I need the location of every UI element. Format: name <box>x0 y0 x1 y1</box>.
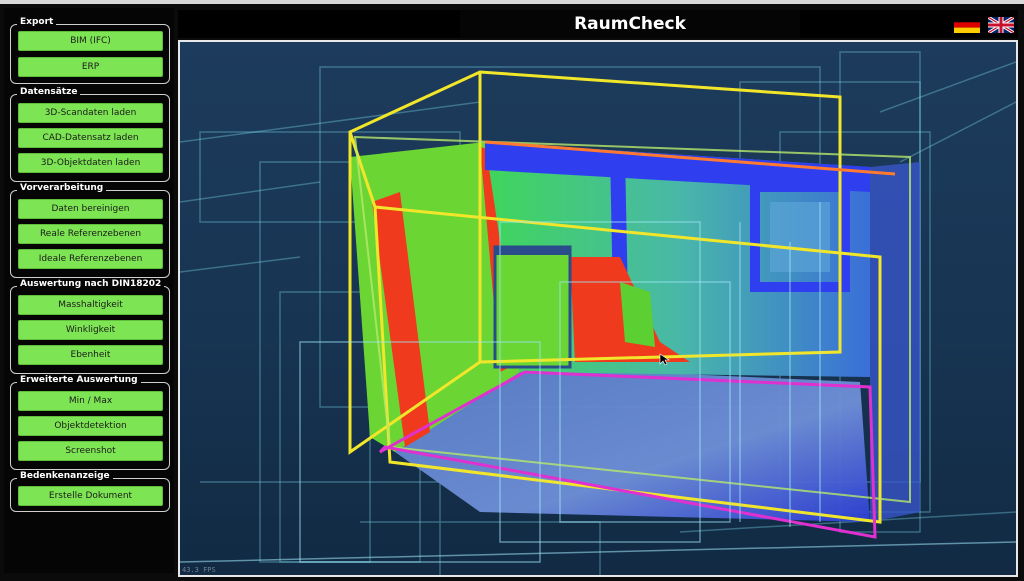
uk-flag-icon[interactable] <box>988 17 1014 33</box>
group-export: Export BIM (IFC) ERP <box>10 17 170 84</box>
create-document-button[interactable]: Erstelle Dokument <box>18 486 163 506</box>
load-scan-data-button[interactable]: 3D-Scandaten laden <box>18 103 163 123</box>
bim-ifc-button[interactable]: BIM (IFC) <box>18 31 163 51</box>
clean-data-button[interactable]: Daten bereinigen <box>18 199 163 219</box>
angularity-button[interactable]: Winkligkeit <box>18 320 163 340</box>
group-datensaetze: Datensätze 3D-Scandaten laden CAD-Datens… <box>10 87 170 182</box>
group-auswertung-din18202: Auswertung nach DIN18202 Masshaltigkeit … <box>10 279 170 374</box>
erp-button[interactable]: ERP <box>18 57 163 77</box>
dimensional-accuracy-button[interactable]: Masshaltigkeit <box>18 295 163 315</box>
window-top-border <box>0 0 1024 4</box>
group-title-datensaetze: Datensätze <box>17 87 81 97</box>
group-title-vorverarbeitung: Vorverarbeitung <box>17 183 107 193</box>
screenshot-button[interactable]: Screenshot <box>18 441 163 461</box>
load-cad-data-button[interactable]: CAD-Datensatz laden <box>18 128 163 148</box>
group-title-bedenken: Bedenkenanzeige <box>17 471 113 481</box>
object-detection-button[interactable]: Objektdetektion <box>18 416 163 436</box>
door-object <box>493 245 572 369</box>
min-max-button[interactable]: Min / Max <box>18 391 163 411</box>
group-erweiterte-auswertung: Erweiterte Auswertung Min / Max Objektde… <box>10 375 170 470</box>
3d-viewport[interactable]: 43.3 FPS <box>178 40 1018 577</box>
flatness-button[interactable]: Ebenheit <box>18 345 163 365</box>
ideal-reference-planes-button[interactable]: Ideale Referenzebenen <box>18 249 163 269</box>
real-reference-planes-button[interactable]: Reale Referenzebenen <box>18 224 163 244</box>
group-title-auswertung: Auswertung nach DIN18202 <box>17 279 165 289</box>
point-cloud-scene[interactable] <box>180 42 1016 575</box>
sidebar-panel: Export BIM (IFC) ERP Datensätze 3D-Scand… <box>4 8 174 573</box>
header-bar: RaumCheck <box>178 10 1018 38</box>
load-object-data-button[interactable]: 3D-Objektdaten laden <box>18 153 163 173</box>
fps-counter: 43.3 FPS <box>182 566 216 574</box>
app-title: RaumCheck <box>460 10 800 38</box>
scan-right-wall <box>870 162 920 522</box>
group-vorverarbeitung: Vorverarbeitung Daten bereinigen Reale R… <box>10 183 170 278</box>
german-flag-icon[interactable] <box>954 17 980 33</box>
group-bedenkenanzeige: Bedenkenanzeige Erstelle Dokument <box>10 471 170 512</box>
group-title-erweitert: Erweiterte Auswertung <box>17 375 141 385</box>
group-title-export: Export <box>17 17 57 27</box>
